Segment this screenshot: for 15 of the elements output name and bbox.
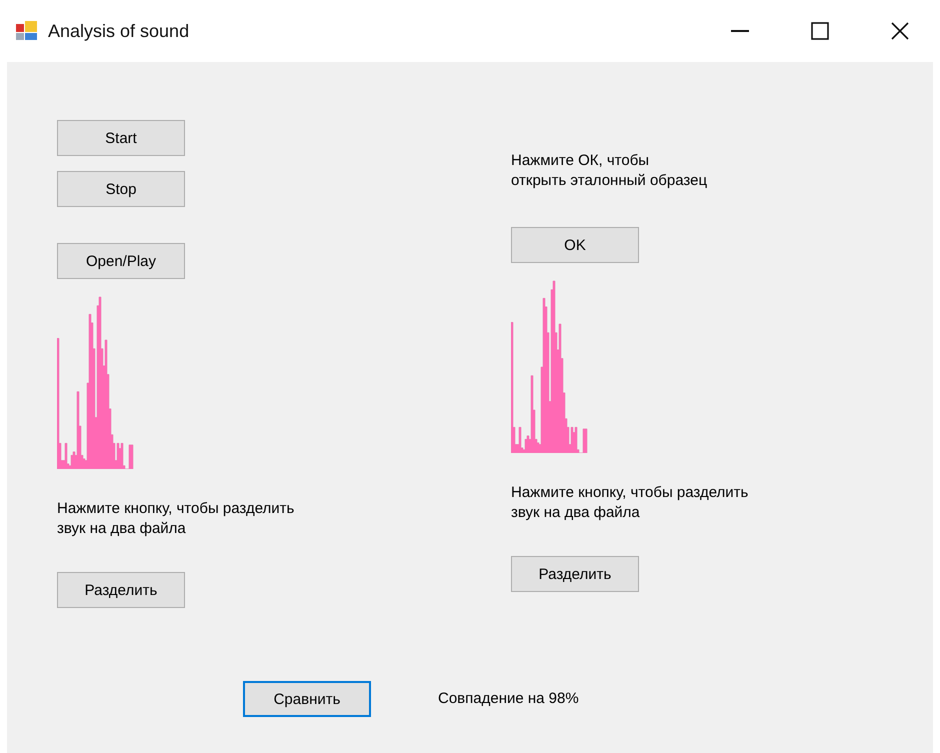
split-button[interactable]: Разделить xyxy=(57,572,185,608)
button[interactable]: Start xyxy=(57,120,185,156)
button[interactable]: Open/Play xyxy=(57,243,185,279)
result-text: Совпадение на 98% xyxy=(438,688,579,709)
hint-text: Нажмите кнопку, чтобы разделить звук на два файла xyxy=(511,483,748,523)
close-icon[interactable] xyxy=(891,22,909,40)
split-button[interactable]: Разделить xyxy=(511,556,639,592)
app-icon xyxy=(16,21,38,41)
prompt-text: Нажмите ОК, чтобы открыть эталонный образец xyxy=(511,151,708,191)
hint-text: Нажмите кнопку, чтобы разделить звук на два файла xyxy=(57,499,294,539)
maximize-icon[interactable] xyxy=(811,22,829,40)
ok-button[interactable]: OK xyxy=(511,227,639,263)
button[interactable]: Stop xyxy=(57,171,185,207)
compare-button[interactable]: Сравнить xyxy=(243,681,371,717)
window-title: Analysis of sound xyxy=(48,20,190,43)
